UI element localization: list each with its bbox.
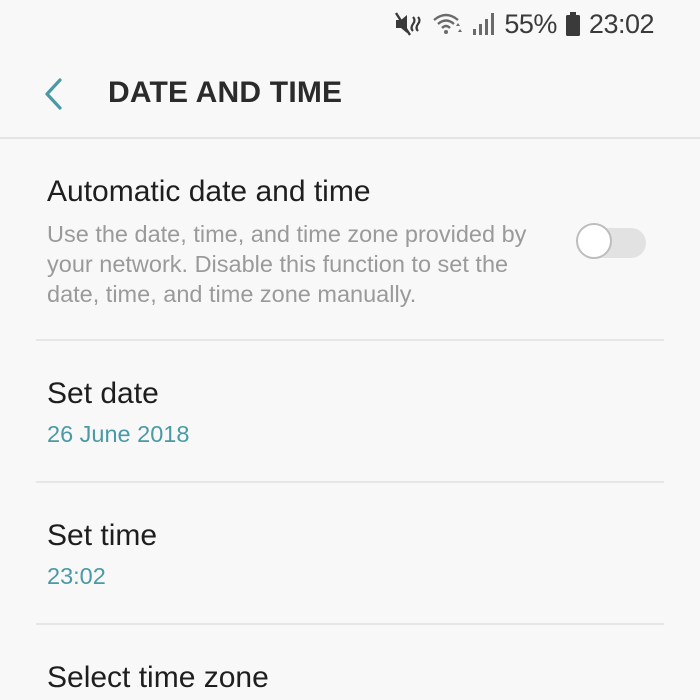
screen: 55% 23:02 DATE AND TIME Automatic date a…	[0, 0, 700, 700]
toggle-thumb	[576, 223, 612, 259]
automatic-date-time-toggle[interactable]	[576, 223, 648, 259]
wifi-icon	[432, 11, 464, 37]
automatic-date-time-description: Use the date, time, and time zone provid…	[47, 221, 527, 307]
select-time-zone-title: Select time zone	[47, 661, 269, 694]
status-time: 23:02	[588, 8, 655, 39]
status-bar: 55% 23:02	[0, 0, 700, 48]
set-time-item[interactable]: Set time 23:02	[0, 483, 700, 623]
app-bar: DATE AND TIME	[0, 58, 700, 136]
select-time-zone-item[interactable]: Select time zone	[0, 625, 700, 700]
automatic-date-time-title: Automatic date and time	[47, 175, 371, 208]
status-icons: 55% 23:02	[394, 6, 655, 42]
chevron-left-icon	[42, 77, 66, 116]
battery-percent: 55%	[504, 8, 557, 39]
set-date-value: 26 June 2018	[47, 421, 190, 447]
mute-vibrate-icon	[394, 11, 424, 37]
battery-icon	[565, 11, 581, 37]
set-date-item[interactable]: Set date 26 June 2018	[0, 341, 700, 481]
set-time-value: 23:02	[47, 563, 106, 589]
signal-icon	[472, 11, 496, 37]
back-button[interactable]	[30, 72, 78, 120]
set-time-title: Set time	[47, 519, 158, 552]
page-title: DATE AND TIME	[108, 76, 343, 109]
set-date-title: Set date	[47, 377, 159, 410]
